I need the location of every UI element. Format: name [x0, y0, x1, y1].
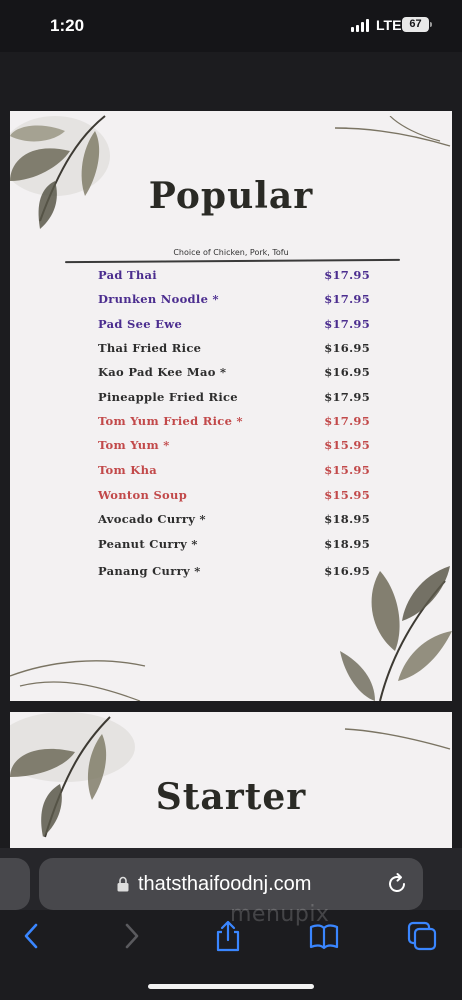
divider-line	[64, 258, 401, 264]
previous-tab-pill[interactable]	[0, 858, 30, 910]
menu-item-price: $17.95	[324, 317, 370, 331]
section-title: Popular	[148, 175, 314, 217]
branch-decoration-bottom-left-icon	[10, 660, 146, 701]
menu-item: Wonton Soup $15.95	[98, 488, 370, 506]
menu-item-name: Wonton Soup	[98, 488, 188, 502]
menu-item: Pineapple Fried Rice $17.95	[98, 390, 370, 408]
menu-item-price: $17.95	[324, 292, 370, 306]
menu-item-name: Tom Kha	[98, 463, 157, 477]
menu-item-price: $17.95	[324, 390, 370, 404]
menu-item-name: Pad See Ewe	[98, 317, 183, 331]
menu-item-price: $16.95	[324, 365, 370, 379]
cellular-signal-icon	[351, 19, 371, 32]
battery-icon: 67	[402, 17, 429, 32]
menu-item: Tom Yum Fried Rice * $17.95	[98, 414, 370, 432]
leaf-decoration-top-left-icon	[10, 115, 110, 229]
menu-item-name: Tom Yum *	[98, 438, 170, 452]
battery-cap	[430, 22, 432, 27]
home-indicator	[148, 984, 314, 989]
menu-item: Thai Fried Rice $16.95	[98, 341, 370, 359]
menu-item-name: Drunken Noodle *	[98, 292, 219, 306]
menu-page-starter: Starter	[10, 712, 452, 852]
menu-item-price: $15.95	[324, 488, 370, 502]
menu-item: Pad Thai $17.95	[98, 268, 370, 286]
network-type: LTE	[376, 17, 402, 33]
branch-decoration-top-right-icon	[334, 116, 451, 147]
menu-item: Kao Pad Kee Mao * $16.95	[98, 365, 370, 383]
reload-icon[interactable]	[385, 872, 409, 896]
menu-item-price: $17.95	[324, 414, 370, 428]
menu-item-price: $18.95	[324, 512, 370, 526]
menu-item-price: $15.95	[324, 438, 370, 452]
leaf-decoration-bottom-right-icon	[340, 566, 452, 701]
status-time: 1:20	[50, 16, 85, 35]
forward-icon[interactable]	[115, 920, 147, 952]
menu-item-name: Pad Thai	[98, 268, 157, 282]
menu-item-name: Pineapple Fried Rice	[98, 390, 238, 404]
menu-item-price: $15.95	[324, 463, 370, 477]
next-section-title: Starter	[155, 776, 307, 818]
menu-item-name: Thai Fried Rice	[98, 341, 202, 355]
lock-icon	[117, 876, 129, 892]
menu-item: Pad See Ewe $17.95	[98, 317, 370, 335]
menu-item-name: Avocado Curry *	[98, 512, 206, 526]
bookmarks-icon[interactable]	[308, 920, 340, 952]
menu-item: Drunken Noodle * $17.95	[98, 292, 370, 310]
share-icon[interactable]	[212, 920, 244, 952]
status-bar: 1:20 LTE 67	[0, 0, 462, 52]
menu-item-price: $17.95	[324, 268, 370, 282]
menu-item-price: $16.95	[324, 341, 370, 355]
section-subtitle: Choice of Chicken, Pork, Tofu	[173, 248, 289, 257]
menu-item: Tom Kha $15.95	[98, 463, 370, 481]
tabs-icon[interactable]	[406, 920, 438, 952]
menu-item-name: Tom Yum Fried Rice *	[98, 414, 243, 428]
menu-item-name: Panang Curry *	[98, 564, 201, 578]
menu-item: Avocado Curry * $18.95	[98, 512, 370, 530]
menu-page-popular: Popular Choice of Chicken, Pork, Tofu Pa…	[10, 111, 452, 701]
menu-item-price: $18.95	[324, 537, 370, 551]
menu-item-name: Kao Pad Kee Mao *	[98, 365, 227, 379]
back-icon[interactable]	[16, 920, 48, 952]
menu-item: Tom Yum * $15.95	[98, 438, 370, 456]
menu-item-name: Peanut Curry *	[98, 537, 198, 551]
branch-decoration-top-right-icon	[344, 728, 451, 750]
url-text[interactable]: thatsthaifoodnj.com	[138, 873, 311, 896]
